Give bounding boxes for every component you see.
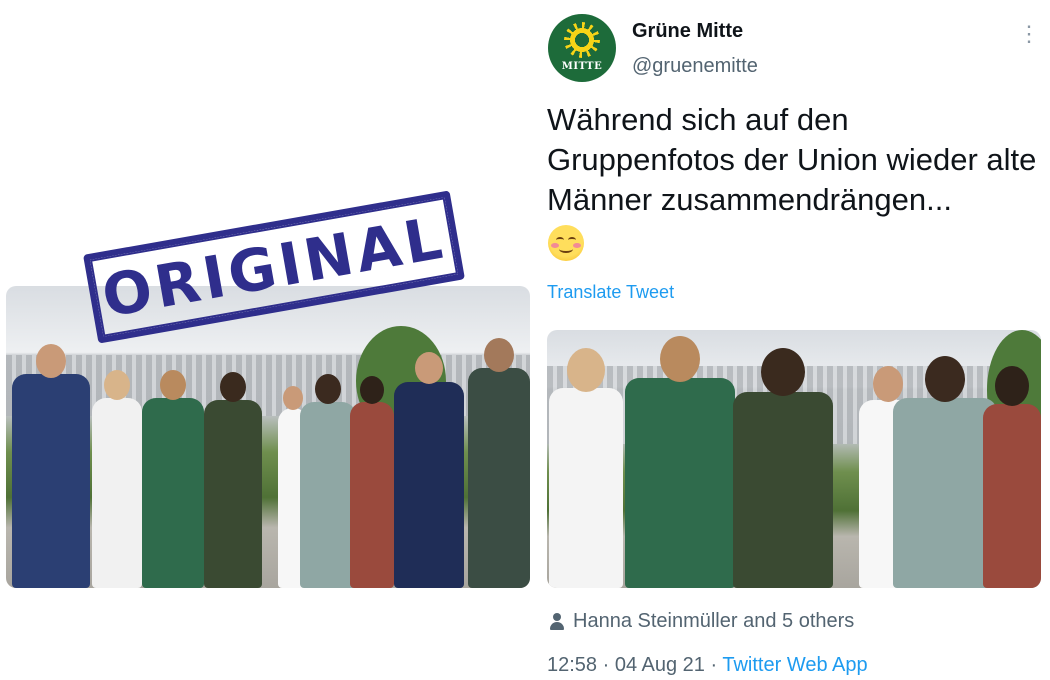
person — [549, 348, 623, 588]
original-group-photo — [6, 286, 530, 588]
tweet-text: Während sich auf den Gruppenfotos der Un… — [547, 102, 1037, 217]
person — [893, 356, 997, 588]
author-name[interactable]: Grüne Mitte — [632, 20, 743, 43]
avatar[interactable]: MITTE — [548, 14, 616, 82]
person-icon — [549, 612, 565, 631]
person — [468, 338, 530, 588]
tweet-date[interactable]: 04 Aug 21 — [615, 654, 705, 676]
person — [12, 344, 90, 588]
likes-text: Hanna Steinmüller and 5 others — [573, 610, 855, 632]
person — [204, 372, 262, 588]
person — [92, 370, 142, 588]
tweet-time[interactable]: 12:58 — [547, 654, 597, 676]
person — [983, 366, 1041, 588]
person — [733, 348, 833, 588]
person — [142, 370, 204, 588]
tweet-photo[interactable] — [547, 330, 1041, 588]
author-handle[interactable]: @gruenemitte — [632, 55, 758, 78]
translate-tweet-link[interactable]: Translate Tweet — [547, 282, 674, 303]
likes-summary[interactable]: Hanna Steinmüller and 5 others — [549, 610, 854, 633]
sunflower-icon — [564, 22, 600, 58]
person — [350, 376, 394, 588]
separator: · — [704, 654, 723, 676]
tweet-metadata: 12:58 · 04 Aug 21 · Twitter Web App — [547, 654, 868, 677]
person — [300, 374, 356, 588]
more-options-icon[interactable]: ⋮ — [1018, 22, 1040, 46]
smiling-face-emoji-icon — [548, 225, 584, 261]
person — [394, 352, 464, 588]
separator: · — [597, 654, 615, 676]
person — [625, 336, 735, 588]
tweet-source[interactable]: Twitter Web App — [722, 654, 867, 676]
avatar-label: MITTE — [561, 61, 603, 72]
